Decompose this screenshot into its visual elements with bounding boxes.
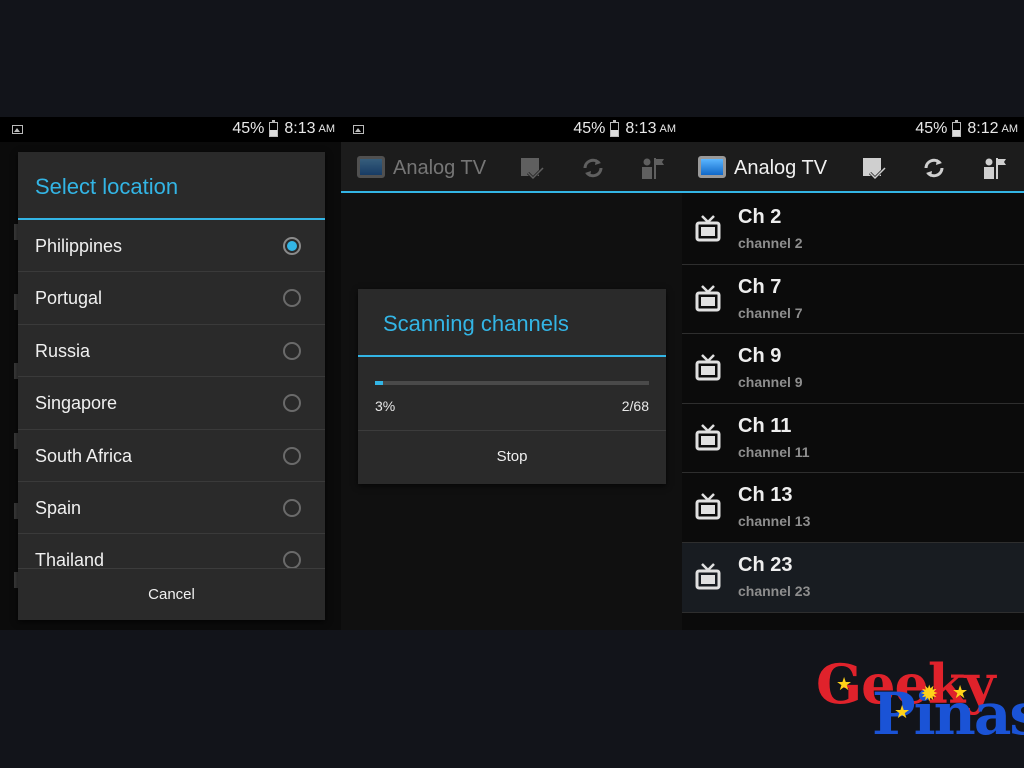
- battery-icon: [269, 119, 279, 137]
- tv-icon: [695, 563, 721, 590]
- stop-button[interactable]: Stop: [358, 431, 666, 481]
- scanning-dialog: Scanning channels 3% 2/68 Stop: [358, 289, 666, 484]
- location-label: Russia: [35, 340, 91, 361]
- tv-app-icon: [357, 156, 385, 178]
- action-bar: Analog TV: [682, 142, 1024, 193]
- battery-icon: [952, 119, 962, 137]
- radio-button-icon[interactable]: [283, 394, 301, 413]
- image-notification-icon: [12, 125, 23, 134]
- location-label: Spain: [35, 497, 82, 518]
- channel-title: Ch 2: [738, 206, 782, 228]
- channel-title: Ch 11: [738, 414, 792, 437]
- checklist-icon[interactable]: [861, 156, 887, 180]
- location-label: Singapore: [35, 393, 118, 414]
- tv-icon: [695, 493, 721, 520]
- channel-item[interactable]: Ch 2 channel 2: [682, 195, 1024, 265]
- battery-percent: 45%: [232, 120, 265, 137]
- image-notification-icon: [353, 125, 364, 134]
- location-label: Portugal: [35, 288, 103, 309]
- location-option-spain[interactable]: Spain: [18, 482, 325, 535]
- clock-time: 8:12: [967, 120, 999, 137]
- location-list[interactable]: Philippines Portugal Russia Singapore So…: [18, 220, 325, 568]
- channel-title: Ch 13: [738, 484, 793, 507]
- location-label: Thailand: [35, 550, 105, 568]
- progress-percent: 3%: [375, 398, 396, 414]
- channel-item[interactable]: Ch 9 channel 9: [682, 334, 1024, 404]
- location-label: Philippines: [35, 236, 123, 256]
- channel-item[interactable]: Ch 7 channel 7: [682, 264, 1024, 335]
- tv-icon: [695, 423, 721, 451]
- channel-title: Ch 9: [738, 345, 782, 368]
- radio-button-icon[interactable]: [283, 289, 301, 308]
- tv-icon: [695, 354, 721, 381]
- dialog-title: Select location: [18, 152, 325, 220]
- status-right: 45% 8:12 AM: [915, 119, 1019, 138]
- channel-item[interactable]: Ch 11 channel 11: [682, 403, 1024, 474]
- clock-ampm: AM: [318, 123, 336, 135]
- clock-time: 8:13: [625, 120, 657, 137]
- app-title: Analog TV: [734, 157, 828, 179]
- action-bar: Analog TV: [341, 142, 682, 193]
- location-option-russia[interactable]: Russia: [18, 325, 325, 378]
- tv-icon: [695, 284, 721, 312]
- location-option-thailand[interactable]: Thailand: [18, 534, 325, 568]
- screen-channel-list: 45% 8:12 AM Analog TV Ch 2 channel 2 Ch …: [682, 117, 1024, 630]
- progress-bar: [375, 381, 649, 385]
- channel-subtitle: channel 9: [738, 374, 803, 391]
- progress-bar-fill: [375, 381, 384, 385]
- location-option-philippines[interactable]: Philippines: [18, 220, 325, 273]
- radio-button-icon[interactable]: [283, 341, 301, 360]
- radio-button-selected-icon[interactable]: [283, 237, 301, 255]
- screen-select-location: 45% 8:13 AM Select location Philippines …: [0, 117, 341, 630]
- settings-flag-icon[interactable]: [981, 156, 1007, 180]
- radio-button-icon[interactable]: [283, 551, 301, 568]
- status-right: 45% 8:13 AM: [232, 119, 336, 138]
- star-icon: ★: [952, 682, 969, 702]
- location-label: South Africa: [35, 445, 133, 466]
- channel-item[interactable]: Ch 13 channel 13: [682, 473, 1024, 543]
- channel-title: Ch 7: [738, 275, 782, 298]
- status-bar: 45% 8:13 AM: [341, 117, 682, 142]
- status-right: 45% 8:13 AM: [573, 119, 677, 138]
- battery-percent: 45%: [915, 120, 948, 137]
- clock-ampm: AM: [659, 123, 677, 135]
- clock-time: 8:13: [284, 120, 316, 137]
- battery-percent: 45%: [573, 120, 606, 137]
- location-option-singapore[interactable]: Singapore: [18, 377, 325, 430]
- channel-title: Ch 23: [738, 553, 793, 576]
- sun-icon: ✹: [920, 681, 939, 706]
- channel-subtitle: channel 7: [738, 304, 803, 321]
- battery-icon: [610, 119, 620, 137]
- select-location-dialog: Select location Philippines Portugal Rus…: [18, 152, 325, 620]
- settings-flag-icon[interactable]: [639, 156, 665, 180]
- status-bar: 45% 8:13 AM: [0, 117, 341, 142]
- tv-app-icon[interactable]: [698, 156, 726, 178]
- progress-count: 2/68: [621, 398, 649, 414]
- channel-subtitle: channel 11: [738, 443, 810, 460]
- radio-button-icon[interactable]: [283, 498, 301, 517]
- refresh-icon[interactable]: [921, 156, 947, 180]
- star-icon: ★: [836, 674, 853, 694]
- cancel-button[interactable]: Cancel: [18, 568, 325, 618]
- channel-item[interactable]: Ch 23 channel 23: [682, 542, 1024, 613]
- tv-icon: [695, 215, 721, 242]
- location-option-portugal[interactable]: Portugal: [18, 272, 325, 325]
- app-title: Analog TV: [393, 157, 487, 179]
- progress-area: 3% 2/68: [358, 357, 666, 431]
- channel-subtitle: channel 23: [738, 582, 811, 599]
- refresh-icon[interactable]: [580, 156, 606, 180]
- screen-scanning: 45% 8:13 AM Analog TV Scanning channels: [341, 117, 682, 630]
- star-icon: ★: [894, 702, 911, 722]
- channel-subtitle: channel 2: [738, 235, 803, 251]
- dialog-title: Scanning channels: [358, 289, 666, 357]
- channel-subtitle: channel 13: [738, 513, 811, 530]
- radio-button-icon[interactable]: [283, 446, 301, 465]
- channel-list[interactable]: Ch 2 channel 2 Ch 7 channel 7 Ch 9 chann…: [682, 195, 1024, 613]
- status-bar: 45% 8:12 AM: [682, 117, 1024, 142]
- clock-ampm: AM: [1001, 123, 1019, 135]
- location-option-south-africa[interactable]: South Africa: [18, 430, 325, 482]
- geeky-pinas-logo: Geeky Pinas ★ ✹ ★ ★: [812, 655, 1024, 755]
- checklist-icon[interactable]: [519, 156, 545, 180]
